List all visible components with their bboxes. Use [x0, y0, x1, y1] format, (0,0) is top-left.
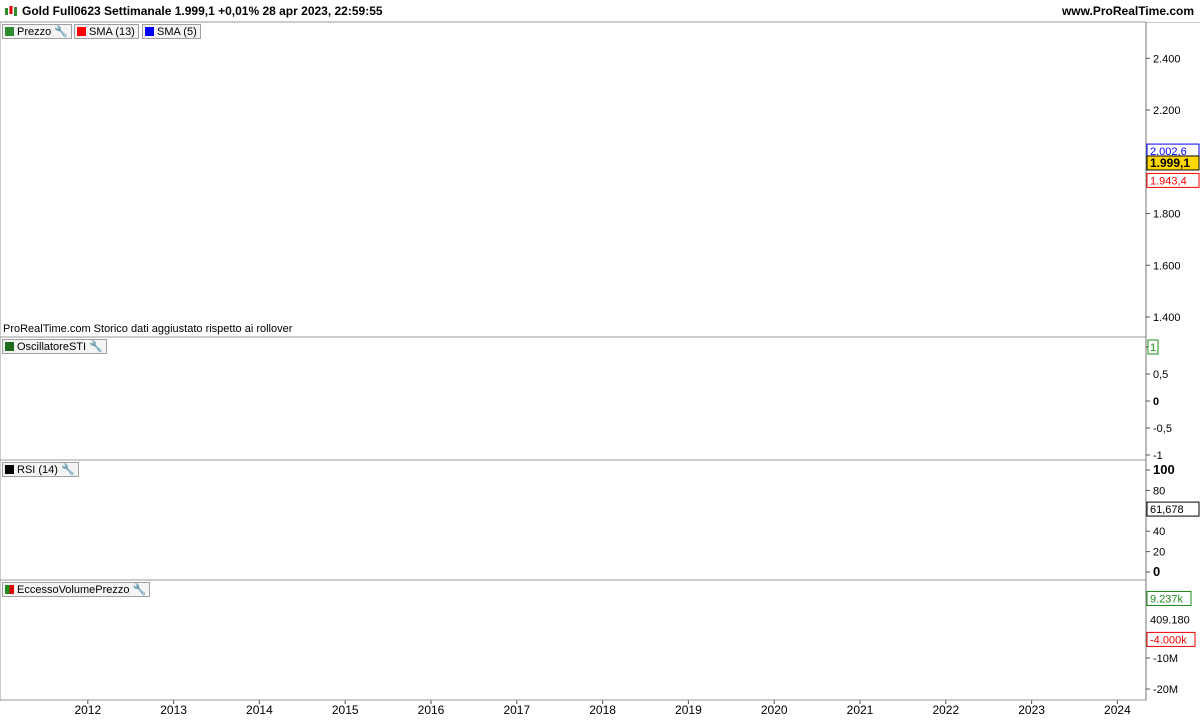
- legend-rsi[interactable]: RSI (14) 🔧: [2, 462, 79, 477]
- sti-tick-label: -1: [1153, 450, 1163, 462]
- vol-lower-label: -4.000k: [1150, 634, 1187, 646]
- panel-frame-3: [0, 579, 1147, 701]
- x-tick-label: 2017: [503, 703, 530, 717]
- panel-frame-2: [0, 459, 1147, 581]
- vol-tick-label: -10M: [1153, 653, 1178, 665]
- x-tick-label: 2021: [847, 703, 874, 717]
- legend-sti-label: OscillatoreSTI: [17, 340, 87, 353]
- sma5-color-swatch: [145, 27, 154, 36]
- legend-sma13[interactable]: SMA (13): [74, 24, 139, 39]
- source-note: ProRealTime.com Storico dati aggiustato …: [3, 323, 293, 335]
- vol-upper-label: 9.237k: [1150, 593, 1184, 605]
- price-tick-label: 2.200: [1153, 105, 1181, 117]
- legend-rsi-label: RSI (14): [17, 463, 58, 476]
- legend-price[interactable]: Prezzo 🔧: [2, 24, 72, 39]
- x-tick-label: 2018: [589, 703, 616, 717]
- x-tick-label: 2014: [246, 703, 273, 717]
- sti-tick-label: -0,5: [1153, 423, 1172, 435]
- x-tick-label: 2024: [1104, 703, 1131, 717]
- price-tick-label: 1.400: [1153, 312, 1181, 324]
- rsi-color-swatch: [5, 465, 14, 474]
- sti-tick-label: 1: [1150, 342, 1156, 354]
- legend-sma13-label: SMA (13): [89, 25, 135, 38]
- wrench-icon[interactable]: 🔧: [133, 583, 147, 596]
- badge-price: 1.999,1: [1150, 156, 1190, 170]
- x-tick-label: 2019: [675, 703, 702, 717]
- x-tick-label: 2023: [1018, 703, 1045, 717]
- chart-canvas[interactable]: 2.480,62.356,22.279,42.155,02.030,61.953…: [0, 0, 1200, 720]
- legend-sti[interactable]: OscillatoreSTI 🔧: [2, 339, 107, 354]
- rsi-last-value: 61,678: [1150, 504, 1184, 516]
- sma13-color-swatch: [77, 27, 86, 36]
- wrench-icon[interactable]: 🔧: [89, 340, 103, 353]
- right-axis: 2.4002.2002.0001.8001.6001.4002.002,61.9…: [0, 21, 1200, 701]
- legend-price-label: Prezzo: [17, 25, 52, 38]
- price-tick-label: 1.800: [1153, 209, 1181, 221]
- x-axis: 2012 2013 2014 2015 2016 2017 2018 2019 2020 2021…: [74, 700, 1131, 717]
- legend-volume-label: EccessoVolumePrezzo: [17, 583, 130, 596]
- price-tick-label: 2.400: [1153, 53, 1181, 65]
- rsi-tick-label: 0: [1153, 564, 1160, 579]
- wrench-icon[interactable]: 🔧: [54, 25, 68, 38]
- vol-tick-label: -20M: [1153, 684, 1178, 696]
- wrench-icon[interactable]: 🔧: [61, 463, 75, 476]
- legend-sma5[interactable]: SMA (5): [142, 24, 201, 39]
- sti-tick-label: 0,5: [1153, 369, 1168, 381]
- legend-sma5-label: SMA (5): [157, 25, 197, 38]
- legend-volume[interactable]: EccessoVolumePrezzo 🔧: [2, 582, 151, 597]
- panel-frame-0: [0, 21, 1147, 338]
- price-tick-label: 1.600: [1153, 260, 1181, 272]
- x-tick-label: 2016: [418, 703, 445, 717]
- x-tick-label: 2012: [74, 703, 101, 717]
- rsi-tick-label: 20: [1153, 547, 1165, 559]
- x-tick-label: 2013: [160, 703, 187, 717]
- vol-value-label: 409.180: [1150, 614, 1190, 626]
- sti-color-swatch: [5, 342, 14, 351]
- volume-color-swatch: [5, 585, 14, 594]
- rsi-tick-label: 100: [1153, 462, 1175, 477]
- rsi-tick-label: 80: [1153, 485, 1165, 497]
- x-tick-label: 2020: [761, 703, 788, 717]
- badge-sma13: 1.943,4: [1150, 175, 1187, 187]
- panel-frame-1: [0, 336, 1147, 461]
- x-tick-label: 2022: [932, 703, 959, 717]
- x-tick-label: 2015: [332, 703, 359, 717]
- rsi-tick-label: 40: [1153, 526, 1165, 538]
- sti-tick-label: 0: [1153, 396, 1159, 408]
- price-color-swatch: [5, 27, 14, 36]
